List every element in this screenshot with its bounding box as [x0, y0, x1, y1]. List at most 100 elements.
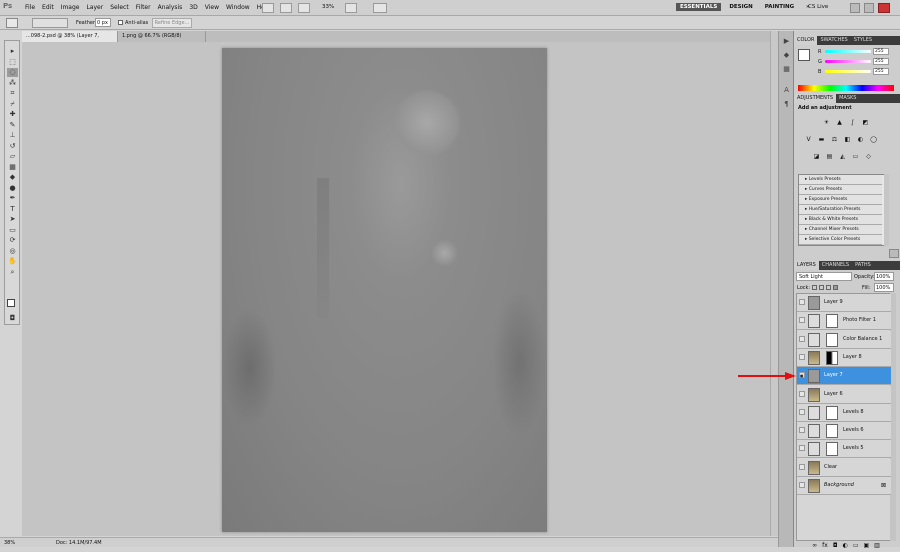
color-channel-slider[interactable] — [825, 50, 871, 53]
feather-input[interactable]: 0 px — [95, 18, 111, 27]
adjustment-preset-item[interactable]: ▸ Levels Presets — [799, 175, 882, 185]
layer-mask-thumbnail[interactable] — [826, 350, 838, 365]
clone-stamp-icon[interactable]: ⊥ — [7, 131, 18, 140]
paragraph-icon[interactable]: ¶ — [782, 100, 791, 109]
brightness-contrast-icon[interactable]: ☀ — [822, 119, 831, 127]
dodge-tool-icon[interactable]: ● — [7, 184, 18, 193]
hand-tool-icon[interactable]: ✋ — [7, 257, 18, 266]
menu-analysis[interactable]: Analysis — [158, 4, 183, 11]
color-channel-slider[interactable] — [825, 60, 871, 63]
black-white-icon[interactable]: ◧ — [843, 136, 852, 144]
adjustment-preset-item[interactable]: ▸ Channel Mixer Presets — [799, 225, 882, 235]
color-channel-value[interactable]: 255 — [873, 68, 889, 75]
hand-tool-icon[interactable] — [345, 3, 357, 13]
vibrance-icon[interactable]: V — [804, 136, 813, 144]
character-icon[interactable]: A — [782, 86, 791, 95]
menu-layer[interactable]: Layer — [86, 4, 103, 11]
layer-mask-thumbnail[interactable] — [826, 424, 838, 439]
color-spectrum[interactable] — [798, 85, 894, 91]
tab-paths[interactable]: PATHS — [852, 262, 874, 268]
lasso-tool-preset-icon[interactable] — [6, 18, 18, 28]
minimize-icon[interactable] — [850, 3, 860, 13]
menu-filter[interactable]: Filter — [136, 4, 151, 11]
new-group-icon[interactable]: ▭ — [853, 542, 859, 552]
maximize-icon[interactable] — [864, 3, 874, 13]
zoom-level-select[interactable]: 33% — [322, 4, 334, 10]
type-tool-icon[interactable]: T — [7, 205, 18, 214]
adjustment-preset-item[interactable]: ▸ Selective Color Presets — [799, 235, 882, 245]
layer-row[interactable]: Levels 8 — [797, 403, 891, 422]
layer-visibility-icon[interactable] — [799, 390, 805, 397]
crop-tool-icon[interactable]: ⌗ — [7, 89, 18, 98]
layer-visibility-icon[interactable] — [799, 408, 805, 415]
layer-row[interactable]: ● Layer 7 — [797, 367, 891, 386]
adjustment-preset-item[interactable]: ▸ Black & White Presets — [799, 215, 882, 225]
move-tool-icon[interactable]: ▸ — [7, 47, 18, 56]
refine-edge-button[interactable]: Refine Edge... — [152, 18, 192, 28]
layer-visibility-icon[interactable] — [799, 463, 805, 470]
menu-view[interactable]: View — [205, 4, 219, 11]
layer-row[interactable]: Layer 9 — [797, 294, 891, 312]
layer-mask-thumbnail[interactable] — [826, 442, 838, 457]
3d-rotate-icon[interactable]: ⟳ — [7, 236, 18, 245]
blur-tool-icon[interactable]: ◆ — [7, 173, 18, 182]
history-brush-icon[interactable]: ↺ — [7, 142, 18, 151]
cs-live-button[interactable]: CS Live — [808, 4, 828, 10]
menu-image[interactable]: Image — [61, 4, 80, 11]
layer-mask-thumbnail[interactable] — [826, 314, 838, 329]
minibridge-icon[interactable] — [280, 3, 292, 13]
layer-visibility-icon[interactable] — [799, 353, 805, 360]
workspace-essentials[interactable]: ESSENTIALS — [676, 3, 722, 11]
menu-edit[interactable]: Edit — [42, 4, 54, 11]
tab-channels[interactable]: CHANNELS — [819, 262, 852, 268]
history-icon[interactable]: ▶ — [782, 37, 791, 46]
selective-color-icon[interactable]: ◇ — [864, 153, 873, 161]
fill-input[interactable]: 100% — [874, 283, 894, 292]
lock-all-icon[interactable] — [833, 285, 838, 290]
layer-row[interactable]: Color Balance 1 — [797, 330, 891, 349]
lock-icons[interactable] — [812, 285, 840, 292]
tab-document-2[interactable]: 1.png @ 66.7% (RGB/8) — [118, 31, 206, 42]
lock-image-icon[interactable] — [819, 285, 824, 290]
invert-icon[interactable]: ◪ — [812, 153, 821, 161]
layer-visibility-icon[interactable]: ● — [799, 372, 805, 379]
adjustment-preset-item[interactable]: ▸ Exposure Presets — [799, 195, 882, 205]
close-icon[interactable] — [878, 3, 890, 13]
quick-mask-icon[interactable]: ◘ — [7, 314, 18, 323]
3d-orbit-icon[interactable]: ◎ — [7, 247, 18, 256]
quick-select-icon[interactable]: ⁂ — [7, 79, 18, 88]
add-mask-icon[interactable]: ◘ — [833, 542, 838, 552]
menu-window[interactable]: Window — [226, 4, 250, 11]
selection-mode-icons[interactable] — [32, 18, 68, 28]
clone-source-icon[interactable]: ▦ — [782, 65, 791, 74]
curves-icon[interactable]: ∫ — [848, 119, 857, 127]
antialias-checkbox[interactable] — [118, 20, 123, 25]
layer-row[interactable]: Layer 6 — [797, 385, 891, 404]
brush-presets-icon[interactable]: ◆ — [782, 51, 791, 60]
menu-select[interactable]: Select — [110, 4, 129, 11]
channel-mixer-icon[interactable]: ◯ — [869, 136, 878, 144]
layer-row[interactable]: Levels 6 — [797, 422, 891, 441]
link-layers-icon[interactable]: ∞ — [812, 542, 817, 552]
shape-tool-icon[interactable]: ▭ — [7, 226, 18, 235]
tab-layers[interactable]: LAYERS — [794, 261, 819, 270]
layer-visibility-icon[interactable] — [799, 335, 805, 342]
new-layer-icon[interactable]: ▣ — [864, 542, 870, 552]
hue-saturation-icon[interactable]: ▬ — [817, 136, 826, 144]
exposure-icon[interactable]: ◩ — [861, 119, 870, 127]
posterize-icon[interactable]: ▤ — [825, 153, 834, 161]
lock-transparent-icon[interactable] — [812, 285, 817, 290]
vertical-scrollbar[interactable] — [770, 31, 778, 536]
eyedropper-icon[interactable]: ⌿ — [7, 100, 18, 109]
eraser-tool-icon[interactable]: ▱ — [7, 152, 18, 161]
path-select-icon[interactable]: ➤ — [7, 215, 18, 224]
color-channel-value[interactable]: 255 — [873, 48, 889, 55]
adjustment-preset-item[interactable]: ▸ Hue/Saturation Presets — [799, 205, 882, 215]
tab-adjustments[interactable]: ADJUSTMENTS — [794, 94, 837, 103]
photo-filter-icon[interactable]: ◐ — [856, 136, 865, 144]
layer-row[interactable]: Clear — [797, 458, 891, 477]
foreground-color-swatch[interactable] — [798, 49, 810, 61]
document-canvas[interactable] — [222, 48, 547, 532]
marquee-tool-icon[interactable]: ⬚ — [7, 58, 18, 67]
layer-row[interactable]: Levels 5 — [797, 440, 891, 459]
